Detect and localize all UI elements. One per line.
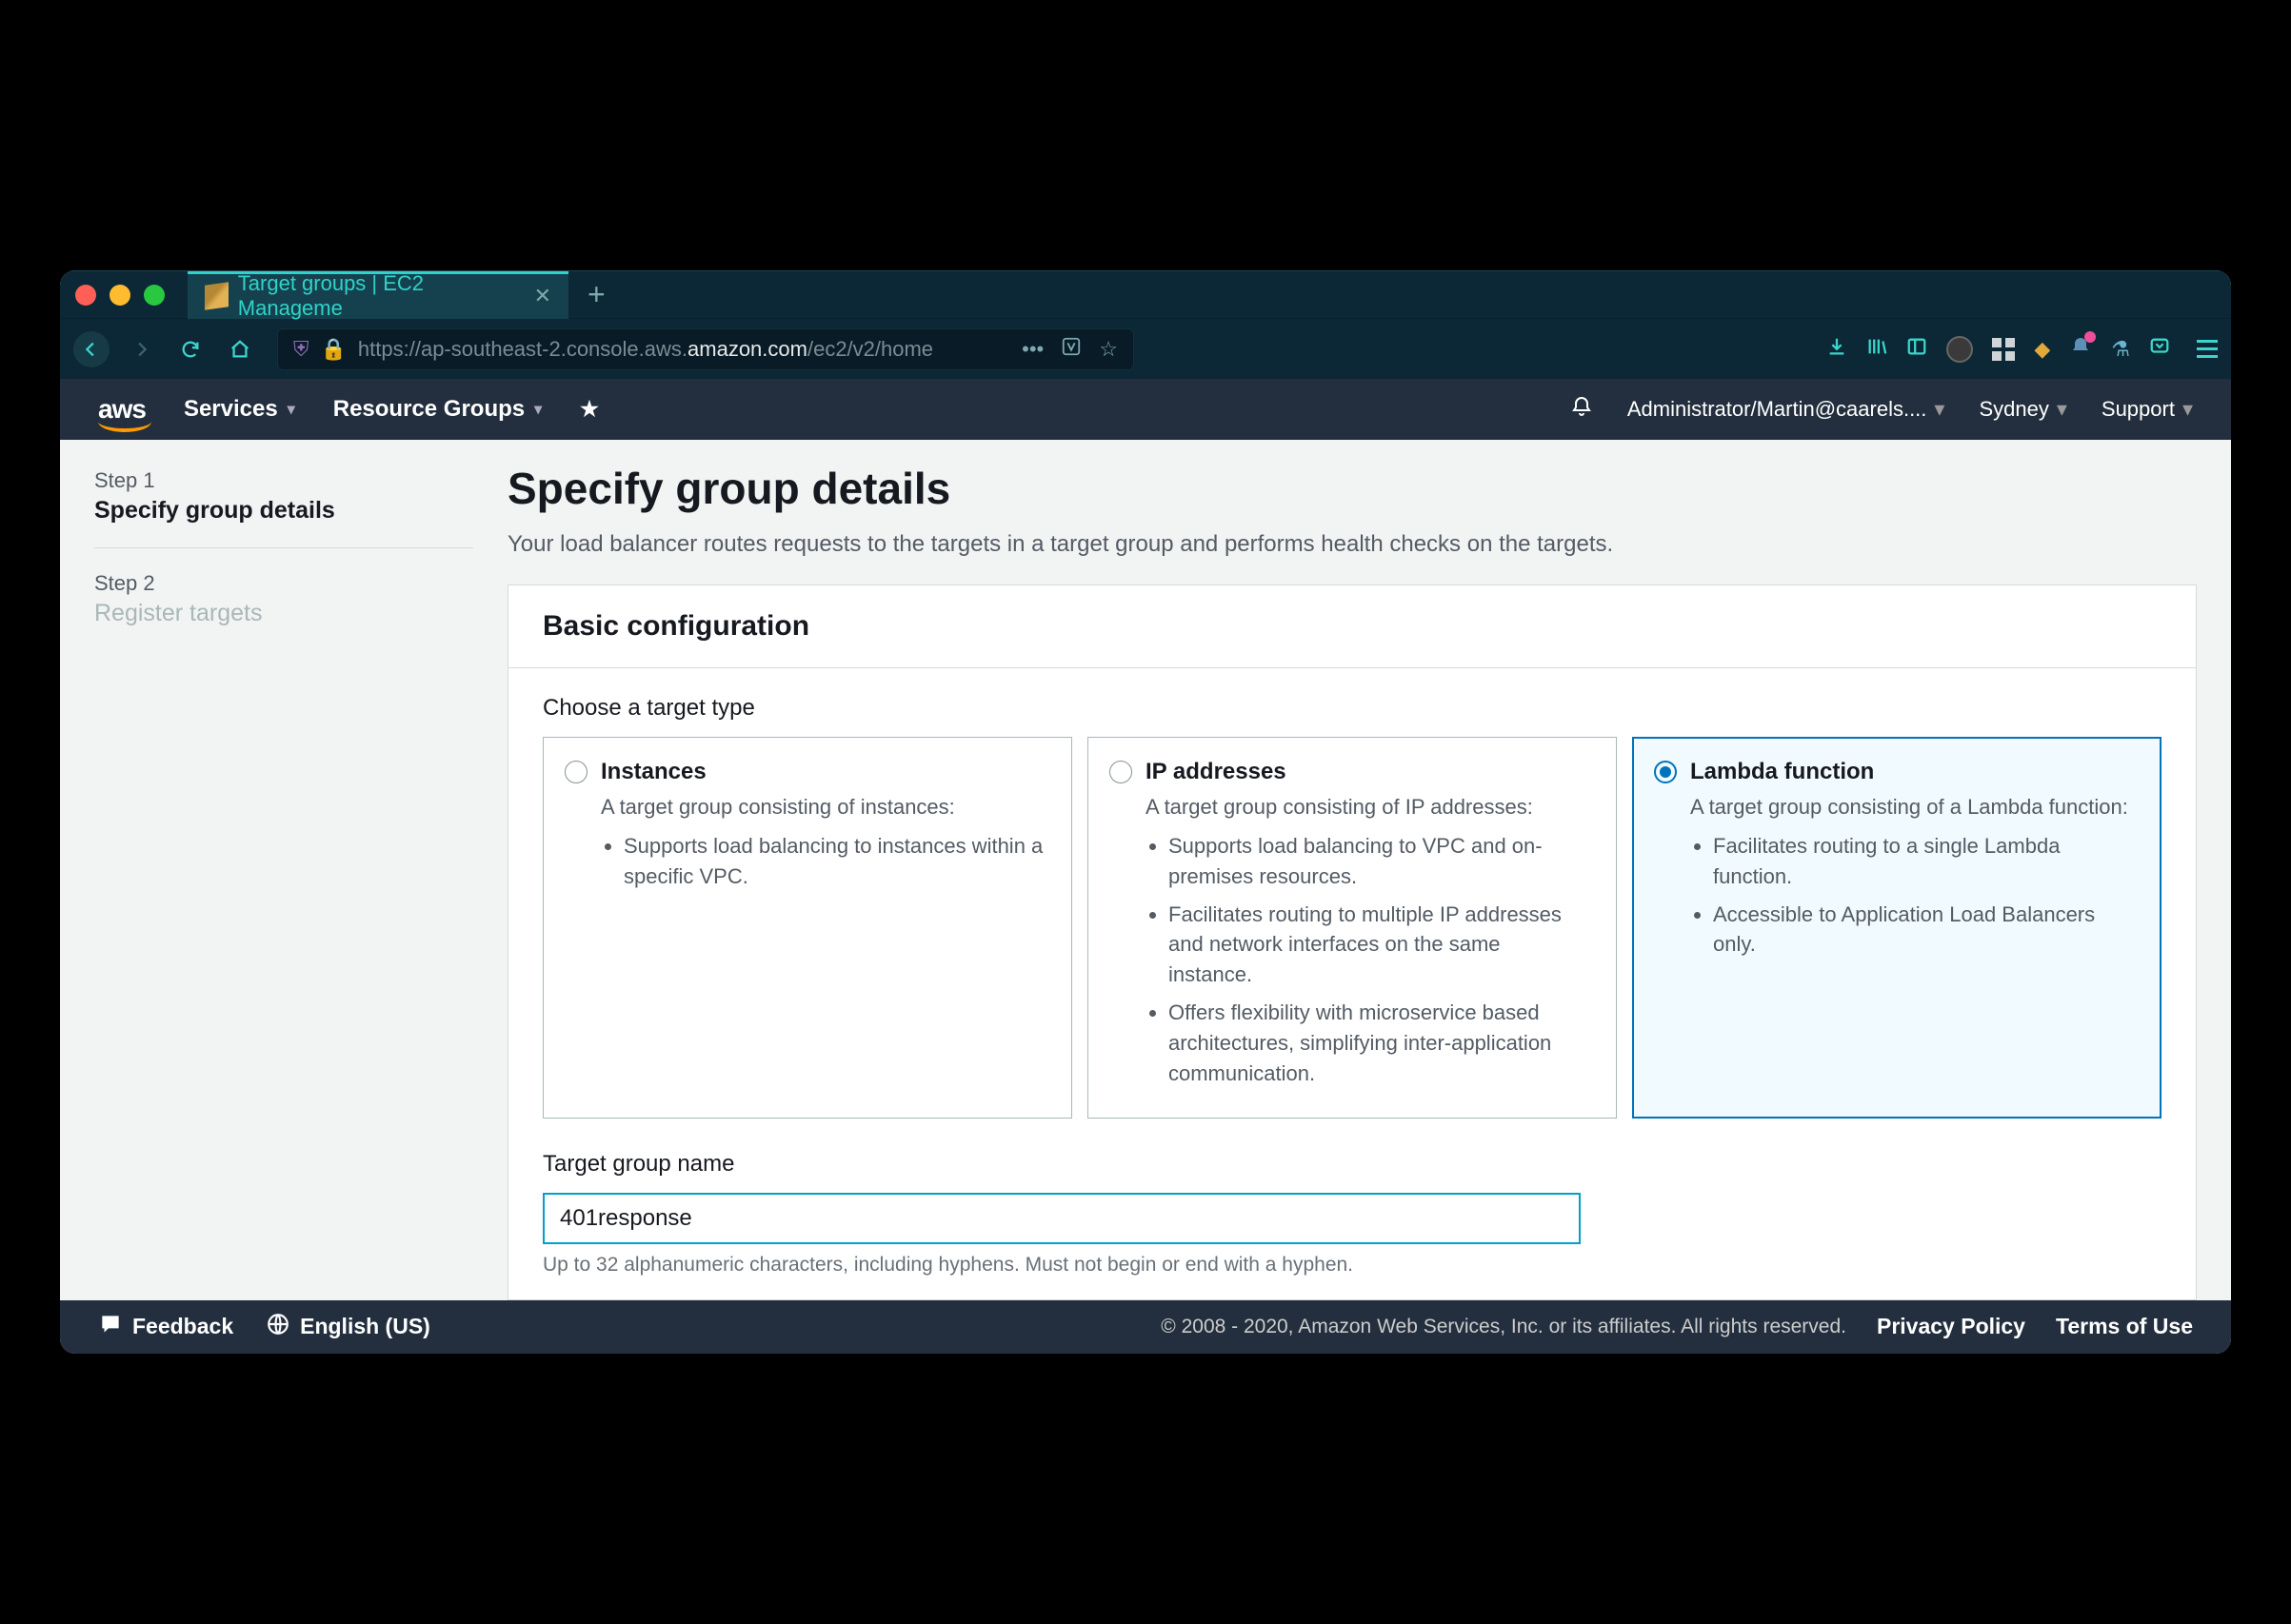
url-actions: ••• ☆ <box>1022 336 1118 363</box>
target-type-instances[interactable]: Instances A target group consisting of i… <box>543 737 1072 1119</box>
aws-favicon-icon <box>205 282 229 309</box>
target-group-name-hint: Up to 32 alphanumeric characters, includ… <box>543 1254 2162 1277</box>
card-description: A target group consisting of instances: <box>601 793 1050 822</box>
feedback-link[interactable]: Feedback <box>98 1312 233 1342</box>
radio-icon <box>565 761 588 783</box>
menu-button[interactable] <box>2197 340 2218 358</box>
target-type-label: Choose a target type <box>543 695 2162 722</box>
sidebar-icon[interactable] <box>1906 336 1927 363</box>
browser-window: Target groups | EC2 Manageme ✕ + ⛨ 🔒 htt… <box>60 270 2231 1354</box>
main-content: Specify group details Your load balancer… <box>508 440 2231 1300</box>
card-description: A target group consisting of a Lambda fu… <box>1690 793 2140 822</box>
target-type-lambda[interactable]: Lambda function A target group consistin… <box>1632 737 2162 1119</box>
lock-icon: 🔒 <box>321 337 347 362</box>
wizard-step-2[interactable]: Step 2 Register targets <box>94 571 473 650</box>
library-icon[interactable] <box>1866 336 1887 363</box>
aws-nav: Services▾ Resource Groups▾ ★ <box>184 396 599 423</box>
wizard-step-1[interactable]: Step 1 Specify group details <box>94 468 473 548</box>
card-title: IP addresses <box>1146 759 1286 785</box>
tab-close-button[interactable]: ✕ <box>534 284 551 308</box>
new-tab-button[interactable]: + <box>568 277 625 312</box>
browser-titlebar: Target groups | EC2 Manageme ✕ + <box>60 270 2231 318</box>
page-subtitle: Your load balancer routes requests to th… <box>508 531 2197 558</box>
card-bullet: Facilitates routing to a single Lambda f… <box>1713 831 2140 892</box>
account-menu[interactable]: Administrator/Martin@caarels....▾ <box>1627 397 1945 422</box>
basic-configuration-panel: Basic configuration Choose a target type… <box>508 584 2197 1300</box>
card-bullet: Facilitates routing to multiple IP addre… <box>1168 900 1595 991</box>
panel-heading: Basic configuration <box>508 585 2196 668</box>
downloads-icon[interactable] <box>1826 336 1847 363</box>
aws-console-header: aws Services▾ Resource Groups▾ ★ Adminis… <box>60 379 2231 440</box>
maximize-window-button[interactable] <box>144 285 165 306</box>
close-window-button[interactable] <box>75 285 96 306</box>
firefox-account-avatar[interactable] <box>1946 336 1973 363</box>
copyright-text: © 2008 - 2020, Amazon Web Services, Inc.… <box>1161 1316 1846 1338</box>
pin-icon[interactable]: ★ <box>580 397 599 422</box>
terms-of-use-link[interactable]: Terms of Use <box>2056 1314 2193 1339</box>
bookmark-star-icon[interactable]: ☆ <box>1099 337 1118 362</box>
privacy-policy-link[interactable]: Privacy Policy <box>1877 1314 2025 1339</box>
browser-right-icons: ◆ ⚗ <box>1826 335 2218 364</box>
tracking-protection-icon: ⛨ <box>293 337 309 362</box>
page-actions-icon[interactable]: ••• <box>1022 337 1044 362</box>
card-bullet: Supports load balancing to instances wit… <box>624 831 1050 892</box>
aws-notifications-icon[interactable] <box>1570 395 1593 424</box>
url-text: https://ap-southeast-2.console.aws.amazo… <box>358 337 933 362</box>
card-bullet: Supports load balancing to VPC and on-pr… <box>1168 831 1595 892</box>
step-title: Specify group details <box>94 497 473 525</box>
page-body: Step 1 Specify group details Step 2 Regi… <box>60 440 2231 1300</box>
aws-header-right: Administrator/Martin@caarels....▾ Sydney… <box>1570 395 2193 424</box>
globe-icon <box>266 1312 290 1342</box>
target-type-ip-addresses[interactable]: IP addresses A target group consisting o… <box>1087 737 1617 1119</box>
step-number: Step 1 <box>94 468 473 493</box>
radio-icon <box>1654 761 1677 783</box>
target-type-cards: Instances A target group consisting of i… <box>543 737 2162 1119</box>
services-menu[interactable]: Services▾ <box>184 396 295 423</box>
reload-button[interactable] <box>172 331 209 367</box>
forward-button[interactable] <box>123 331 159 367</box>
target-group-name-input[interactable] <box>543 1193 1581 1244</box>
notifications-icon[interactable] <box>2069 335 2092 364</box>
reader-mode-icon[interactable] <box>1061 336 1082 363</box>
home-button[interactable] <box>222 331 258 367</box>
wizard-sidebar: Step 1 Specify group details Step 2 Regi… <box>60 440 508 1300</box>
card-title: Lambda function <box>1690 759 1874 785</box>
card-bullet: Offers flexibility with microservice bas… <box>1168 998 1595 1089</box>
extension-icon-1[interactable]: ◆ <box>2034 337 2050 362</box>
extension-icon-2[interactable]: ⚗ <box>2111 337 2130 362</box>
language-selector[interactable]: English (US) <box>266 1312 430 1342</box>
window-controls <box>75 285 188 306</box>
resource-groups-menu[interactable]: Resource Groups▾ <box>333 396 542 423</box>
browser-tab[interactable]: Target groups | EC2 Manageme ✕ <box>188 271 568 319</box>
page-title: Specify group details <box>508 463 2197 514</box>
speech-bubble-icon <box>98 1312 123 1342</box>
radio-icon <box>1109 761 1132 783</box>
region-menu[interactable]: Sydney▾ <box>1979 397 2066 422</box>
browser-toolbar: ⛨ 🔒 https://ap-southeast-2.console.aws.a… <box>60 318 2231 379</box>
back-button[interactable] <box>73 331 110 367</box>
address-bar[interactable]: ⛨ 🔒 https://ap-southeast-2.console.aws.a… <box>277 328 1134 370</box>
card-bullet: Accessible to Application Load Balancers… <box>1713 900 2140 961</box>
aws-logo[interactable]: aws <box>98 394 146 425</box>
panel-body: Choose a target type Instances A target … <box>508 668 2196 1299</box>
step-number: Step 2 <box>94 571 473 596</box>
target-group-name-label: Target group name <box>543 1151 2162 1178</box>
minimize-window-button[interactable] <box>110 285 130 306</box>
save-to-pocket-icon[interactable] <box>2149 336 2170 363</box>
apps-grid-icon[interactable] <box>1992 338 2015 361</box>
step-title: Register targets <box>94 600 473 627</box>
tab-title: Target groups | EC2 Manageme <box>238 271 521 321</box>
aws-console-footer: Feedback English (US) © 2008 - 2020, Ama… <box>60 1300 2231 1354</box>
card-description: A target group consisting of IP addresse… <box>1146 793 1595 822</box>
support-menu[interactable]: Support▾ <box>2102 397 2193 422</box>
card-title: Instances <box>601 759 707 785</box>
